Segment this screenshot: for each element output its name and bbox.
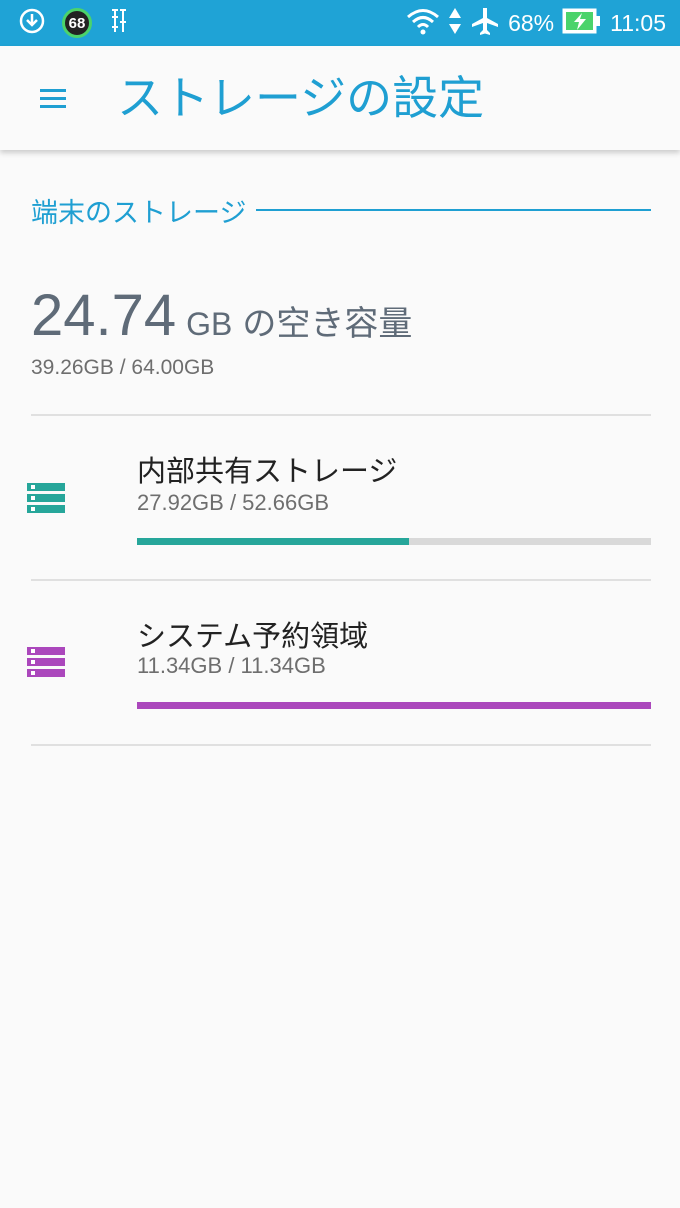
storage-item-title: システム予約領域	[137, 619, 369, 653]
section-header: 端末のストレージ	[31, 190, 651, 230]
free-space-summary: 24.74 GB の空き容量	[31, 282, 412, 349]
free-space-unit: GB	[186, 306, 233, 342]
app-bar: ストレージの設定	[0, 46, 680, 150]
download-icon	[18, 7, 46, 39]
storage-icon-bar	[27, 647, 65, 655]
clock: 11:05	[610, 9, 666, 36]
status-bar: 68 68% 11:05	[0, 0, 680, 46]
status-bar-left: 68	[18, 6, 130, 40]
hamburger-menu-icon[interactable]	[30, 76, 74, 120]
storage-item-usage: 11.34GB / 11.34GB	[137, 653, 326, 678]
storage-progress-bar	[137, 538, 651, 545]
status-bar-right: 68% 11:05	[406, 6, 666, 40]
free-space-label: の空き容量	[242, 304, 413, 344]
divider	[31, 744, 651, 746]
storage-icon-bar	[27, 658, 65, 666]
storage-item-internal[interactable]: 内部共有ストレージ 27.92GB / 52.66GB	[0, 416, 680, 580]
storage-icon-bar	[27, 494, 65, 502]
storage-progress-fill	[137, 702, 651, 709]
page-title: ストレージの設定	[117, 71, 485, 125]
storage-icon	[27, 483, 65, 515]
data-arrows-icon	[448, 6, 462, 40]
total-usage: 39.26GB / 64.00GB	[31, 356, 215, 379]
battery-charging-icon	[562, 7, 602, 39]
section-title: 端末のストレージ	[31, 197, 247, 229]
storage-icon-bar	[27, 483, 65, 491]
storage-progress-bar	[137, 702, 651, 709]
battery-percent: 68%	[508, 9, 555, 36]
storage-item-system[interactable]: システム予約領域 11.34GB / 11.34GB	[0, 581, 680, 745]
usb-debug-icon	[108, 8, 130, 38]
storage-icon	[27, 647, 65, 679]
storage-item-title: 内部共有ストレージ	[137, 454, 398, 488]
free-space-amount: 24.74	[31, 283, 177, 348]
airplane-icon	[470, 6, 500, 40]
storage-icon-bar	[27, 505, 65, 513]
section-divider-line	[256, 209, 651, 211]
storage-item-usage: 27.92GB / 52.66GB	[137, 490, 330, 515]
notification-badge: 68	[62, 8, 92, 38]
storage-progress-fill	[137, 538, 410, 545]
storage-icon-bar	[27, 669, 65, 677]
wifi-icon	[406, 7, 440, 39]
